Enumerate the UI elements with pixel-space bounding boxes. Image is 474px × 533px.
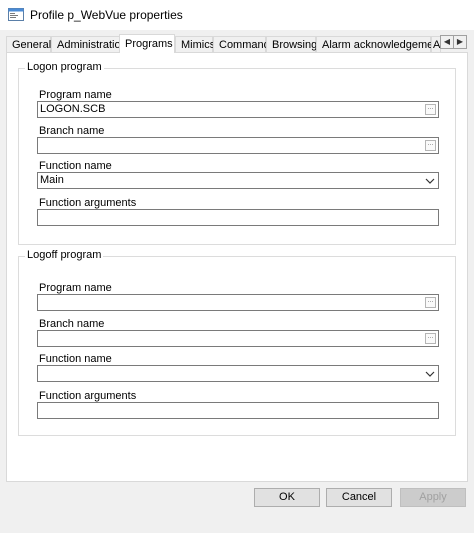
logoff-program-name-label: Program name (39, 282, 112, 294)
logon-branch-name-input[interactable]: ... (37, 137, 439, 154)
logoff-program-name-input[interactable]: ... (37, 294, 439, 311)
logoff-function-name-select[interactable] (37, 365, 439, 382)
logoff-program-browse-icon[interactable]: ... (425, 297, 436, 308)
tab-scroll-left-icon[interactable]: ◀ (440, 35, 454, 49)
cancel-button[interactable]: Cancel (326, 488, 392, 507)
logon-program-legend: Logon program (25, 61, 104, 73)
logoff-program-group: Logoff program Program name ... Branch n… (18, 249, 456, 436)
logoff-function-args-input[interactable] (37, 402, 439, 419)
tab-programs[interactable]: Programs (119, 34, 175, 53)
window-title: Profile p_WebVue properties (30, 8, 183, 22)
title-bar: Profile p_WebVue properties (0, 0, 474, 31)
ok-button[interactable]: OK (254, 488, 320, 507)
logoff-program-legend: Logoff program (25, 249, 104, 261)
logoff-function-args-label: Function arguments (39, 390, 137, 402)
programs-panel: Logon program Program name LOGON.SCB ...… (6, 52, 468, 482)
tab-scroll-right-icon[interactable]: ▶ (453, 35, 467, 49)
logon-function-name-value: Main (40, 174, 64, 186)
logoff-branch-browse-icon[interactable]: ... (425, 333, 436, 344)
tab-mimics[interactable]: Mimics (175, 36, 215, 52)
logon-branch-name-label: Branch name (39, 125, 105, 137)
logon-program-name-label: Program name (39, 89, 112, 101)
logon-function-args-input[interactable] (37, 209, 439, 226)
logon-function-args-label: Function arguments (39, 197, 137, 209)
chevron-down-icon[interactable] (425, 176, 435, 186)
logoff-branch-name-input[interactable]: ... (37, 330, 439, 347)
logon-program-name-value: LOGON.SCB (40, 103, 106, 115)
chevron-down-icon[interactable] (425, 369, 435, 379)
logoff-branch-name-label: Branch name (39, 318, 105, 330)
tab-command[interactable]: Command (213, 36, 270, 52)
logon-function-name-select[interactable]: Main (37, 172, 439, 189)
apply-button[interactable]: Apply (400, 488, 466, 507)
tab-browsing[interactable]: Browsing (266, 36, 317, 52)
tab-alarm-acknowledgement[interactable]: Alarm acknowledgement (316, 36, 442, 52)
logon-branch-browse-icon[interactable]: ... (425, 140, 436, 151)
tab-strip: General Administration Programs Mimics C… (6, 34, 468, 53)
properties-window-icon (8, 8, 24, 21)
logon-function-name-label: Function name (39, 160, 112, 172)
logon-program-name-input[interactable]: LOGON.SCB ... (37, 101, 439, 118)
tab-general[interactable]: General (6, 36, 51, 52)
logoff-function-name-label: Function name (39, 353, 112, 365)
logon-program-browse-icon[interactable]: ... (425, 104, 436, 115)
logon-program-group: Logon program Program name LOGON.SCB ...… (18, 61, 456, 245)
tab-administration[interactable]: Administration (51, 36, 127, 52)
